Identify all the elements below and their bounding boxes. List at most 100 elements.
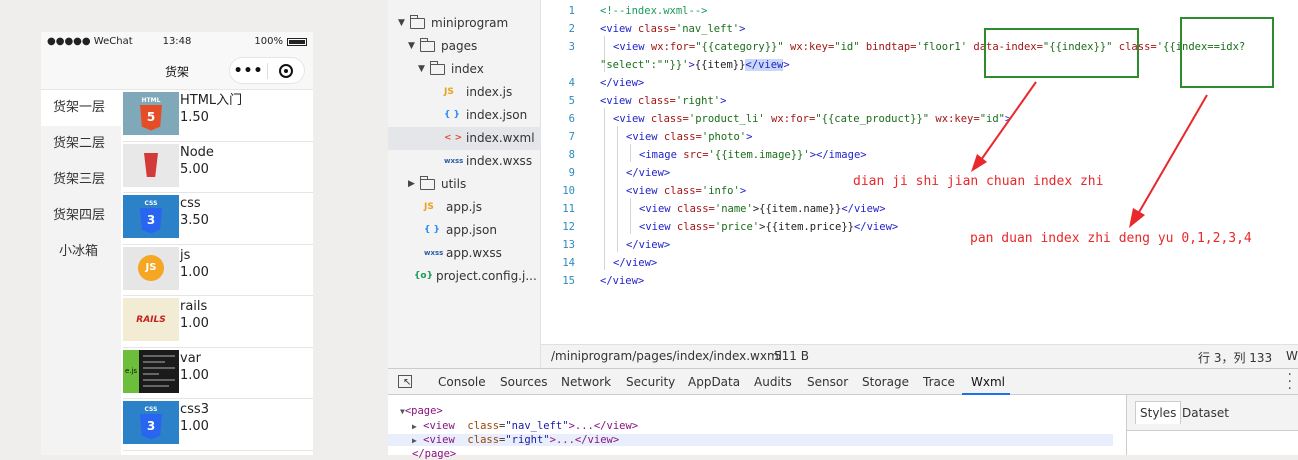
xml-node-nav-left[interactable]: ▶ <view class="nav_left">...</view> [412,420,638,432]
wxss-file-icon: wxss [444,157,464,165]
css-logo-text: CSS [144,405,158,413]
product-price: 1.50 [180,110,209,125]
tree-file-index-js[interactable]: JS index.js [444,81,512,104]
xml-tag: <view [423,434,455,446]
tree-file-app-js[interactable]: JS app.js [424,196,482,219]
tree-folder-utils[interactable]: ▶ utils [408,173,466,196]
tab-sensor[interactable]: Sensor [807,375,848,389]
css3-shield-icon: 3 [140,207,162,234]
json-file-icon: { } [444,110,460,120]
tab-storage[interactable]: Storage [862,375,909,389]
annotation-click-event: dian ji shi jian chuan index zhi [853,174,1104,189]
tab-network[interactable]: Network [561,375,611,389]
battery-status: 100% [254,36,307,47]
html5-shield-icon: 5 [140,104,162,131]
cup-icon [144,153,158,177]
xml-tag: >...</view> [549,434,620,446]
folder-icon [420,176,435,190]
tab-trace[interactable]: Trace [923,375,955,389]
nav-item-floor-2[interactable]: 货架二层 [41,126,121,162]
tab-wxml[interactable]: Wxml [971,375,1005,389]
tree-label: app.json [446,223,497,237]
tree-file-index-wxss[interactable]: wxss index.wxss [444,150,532,173]
product-item[interactable]: Node 5.00 [123,142,313,193]
tree-file-index-json[interactable]: { } index.json [444,104,527,127]
code-lines [143,354,175,391]
product-info: css 3.50 [180,195,209,229]
tree-label: pages [441,39,478,53]
editor-status-bar: /miniprogram/pages/index/index.wxml 511 … [541,344,1298,368]
product-item[interactable]: JS js 1.00 [123,245,313,296]
close-target-icon [278,63,293,78]
nav-left: 货架一层 货架二层 货架三层 货架四层 小冰箱 [41,90,121,455]
xml-value: "right" [505,434,550,446]
wxml-file-icon: < > [444,133,463,143]
tree-folder-miniprogram[interactable]: ▼ miniprogram [398,12,508,35]
css3-logo-image: CSS 3 [123,401,179,444]
product-list: HTML 5 HTML入门 1.50 Node 5.00 CSS 3 css 3… [123,90,313,455]
more-vertical-icon[interactable]: · · · [1288,368,1292,396]
side-tabbar: Styles Dataset [1127,395,1298,431]
inspect-element-icon[interactable] [398,375,412,388]
tab-appdata[interactable]: AppData [688,375,740,389]
tree-file-app-json[interactable]: { } app.json [424,219,497,242]
xml-tag: </page> [412,448,457,460]
devtools-panel: Console Sources Network Security AppData… [388,368,1298,460]
product-info: var 1.00 [180,350,209,384]
expand-arrow-icon: ▼ [418,64,425,74]
tree-file-app-wxss[interactable]: wxss app.wxss [424,242,502,265]
product-info: HTML入门 1.50 [180,92,242,126]
tab-console[interactable]: Console [438,375,486,389]
product-name: HTML入门 [180,93,243,108]
product-item[interactable]: CSS 3 css 3.50 [123,193,313,245]
tree-file-project-config[interactable]: {o} project.config.j... [414,265,537,288]
tab-security[interactable]: Security [626,375,675,389]
xml-tag: <page> [404,405,443,417]
battery-icon [287,37,307,46]
more-icon[interactable]: ••• [230,63,267,79]
html5-logo-image: HTML 5 [123,92,179,135]
xml-attr: class [467,420,500,432]
tab-styles[interactable]: Styles [1135,401,1182,424]
tree-folder-index[interactable]: ▼ index [418,58,484,81]
code-editor[interactable]: 1 2 3 4 5 6 7 8 9 10 11 12 13 14 15 <!--… [541,0,1298,344]
xml-node-right[interactable]: ▶ <view class="right">...</view> [388,434,1113,446]
tree-file-index-wxml[interactable]: < > index.wxml [388,127,541,150]
nav-bar: 货架 ••• [41,52,313,90]
product-name: rails [180,299,208,314]
folder-open-icon [410,15,425,29]
product-item[interactable]: HTML 5 HTML入门 1.50 [123,90,313,142]
wxml-tree: ▼<page> ▶ <view class="nav_left">...</vi… [388,395,1126,460]
tree-label: miniprogram [431,16,509,30]
devtools-side-panel: Styles Dataset [1126,395,1298,455]
product-item[interactable]: e.js var 1.00 [123,348,313,399]
tab-sources[interactable]: Sources [500,375,547,389]
xml-node-page-close: </page> [412,448,456,460]
product-name: css3 [180,402,209,417]
tree-folder-pages[interactable]: ▼ pages [408,35,477,58]
status-extra: W [1286,349,1298,363]
product-name: var [180,350,202,366]
tab-audits[interactable]: Audits [754,375,792,389]
annotation-arrows [971,81,1208,228]
tree-label: app.js [446,200,482,214]
tab-dataset[interactable]: Dataset [1182,406,1229,420]
cursor-position[interactable]: 行 3，列 133 [1198,349,1272,366]
tree-label: project.config.j... [436,269,537,283]
js-badge-icon: JS [138,255,164,281]
css3-shield-icon: 3 [140,413,162,440]
expand-arrow-icon: ▼ [408,41,415,51]
close-button[interactable] [268,63,304,78]
expand-arrow-icon: ▼ [398,18,405,28]
product-price: 5.00 [180,161,209,177]
xml-node-page[interactable]: ▼<page> [400,405,443,417]
product-item[interactable]: RAILS rails 1.00 [123,296,313,348]
nav-item-floor-3[interactable]: 货架三层 [41,162,121,198]
product-item[interactable]: CSS 3 css3 1.00 [123,399,313,451]
js-file-icon: JS [424,202,434,212]
nav-item-floor-1[interactable]: 货架一层 [41,90,121,126]
capsule-menu: ••• [229,57,305,84]
nav-item-floor-4[interactable]: 货架四层 [41,198,121,234]
nav-item-fridge[interactable]: 小冰箱 [41,234,121,270]
tree-label: index.wxml [466,131,535,145]
